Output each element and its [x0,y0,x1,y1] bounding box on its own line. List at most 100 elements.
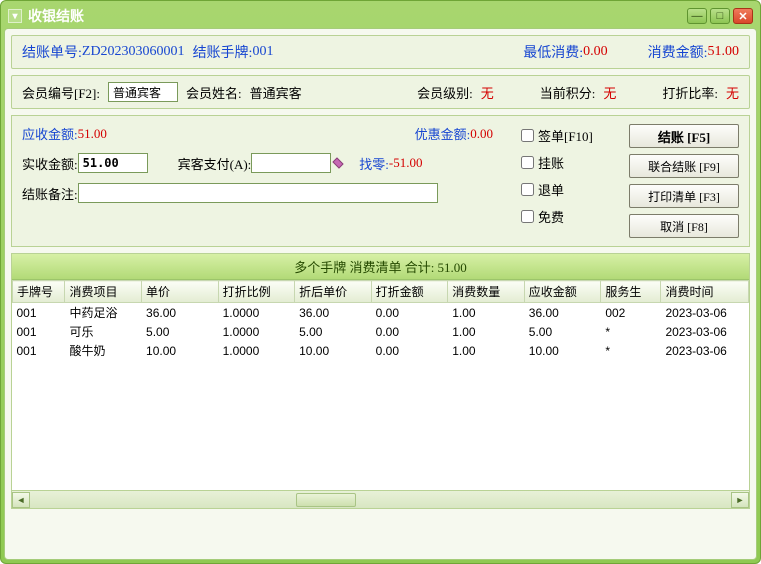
table-cell: 001 [13,303,65,323]
remark-input[interactable] [78,183,438,203]
table-cell: * [601,341,661,360]
scroll-left-arrow[interactable]: ◄ [12,492,30,508]
table-cell: 5.00 [142,322,219,341]
member-id-input[interactable] [108,82,178,102]
actual-input[interactable] [78,153,148,173]
table-cell: 0.00 [371,341,448,360]
table-cell: 1.0000 [218,322,295,341]
table-cell: 36.00 [524,303,601,323]
column-header[interactable]: 消费项目 [65,281,142,303]
window-title: 收银结账 [28,6,84,26]
table-row[interactable]: 001酸牛奶10.001.000010.000.001.0010.00*2023… [13,341,749,360]
member-panel: 会员编号[F2]: 会员姓名: 普通宾客 会员级别: 无 当前积分: 无 打折比… [11,75,750,109]
table-cell: 5.00 [524,322,601,341]
items-grid[interactable]: 手牌号消费项目单价打折比例折后单价打折金额消费数量应收金额服务生消费时间 001… [12,280,749,490]
member-level-label: 会员级别: [417,83,473,102]
table-cell: * [601,322,661,341]
table-cell: 酸牛奶 [65,341,142,360]
table-cell: 1.00 [448,341,525,360]
return-checkbox[interactable]: 退单 [521,180,621,199]
scroll-thumb[interactable] [296,493,356,507]
items-table-panel: 多个手牌 消费清单 合计: 51.00 手牌号消费项目单价打折比例折后单价打折金… [11,253,750,509]
member-discount-label: 打折比率: [662,83,718,102]
close-button[interactable]: ✕ [733,8,753,24]
column-header[interactable]: 消费时间 [661,281,749,303]
table-row[interactable]: 001中药足浴36.001.000036.000.001.0036.000022… [13,303,749,323]
member-points-label: 当前积分: [540,83,596,102]
table-cell: 001 [13,322,65,341]
discount-amt-value: 0.00 [470,126,493,142]
credit-checkbox[interactable]: 挂账 [521,153,621,172]
table-cell: 10.00 [524,341,601,360]
table-row[interactable]: 001可乐5.001.00005.000.001.005.00*2023-03-… [13,322,749,341]
table-cell: 2023-03-06 [661,322,749,341]
calculator-icon[interactable] [331,156,345,170]
scroll-track[interactable] [30,492,731,508]
change-value: -51.00 [389,155,423,171]
discount-amt-label: 优惠金额: [415,124,471,143]
hand-no-value: 001 [252,44,273,60]
min-consume-value: 0.00 [583,44,608,60]
column-header[interactable]: 应收金额 [524,281,601,303]
hand-no-label: 结账手牌: [193,42,253,62]
table-cell: 002 [601,303,661,323]
member-discount-value: 无 [726,83,739,102]
table-title: 多个手牌 消费清单 合计: 51.00 [12,254,749,280]
scroll-right-arrow[interactable]: ► [731,492,749,508]
minimize-button[interactable]: — [687,8,707,24]
table-cell: 001 [13,341,65,360]
change-label: 找零: [359,154,389,173]
guest-pay-label: 宾客支付(A): [178,154,252,173]
union-settle-button[interactable]: 联合结账 [F9] [629,154,739,178]
member-level-value: 无 [481,83,494,102]
table-cell: 0.00 [371,322,448,341]
payment-panel: 应收金额: 51.00 优惠金额: 0.00 实收金额: 宾客支付(A): [11,115,750,247]
horizontal-scrollbar[interactable]: ◄ ► [12,490,749,508]
actual-label: 实收金额: [22,154,78,173]
free-checkbox[interactable]: 免费 [521,207,621,226]
table-cell: 10.00 [295,341,372,360]
titlebar[interactable]: ▾ 收银结账 — □ ✕ [4,4,757,28]
cancel-button[interactable]: 取消 [F8] [629,214,739,238]
table-cell: 1.0000 [218,303,295,323]
member-points-value: 无 [603,83,616,102]
table-cell: 0.00 [371,303,448,323]
column-header[interactable]: 打折比例 [218,281,295,303]
content-area: 结账单号: ZD202303060001 结账手牌: 001 最低消费: 0.0… [4,28,757,560]
remark-label: 结账备注: [22,184,78,203]
order-no-value: ZD202303060001 [82,44,185,60]
table-cell: 2023-03-06 [661,341,749,360]
settle-button[interactable]: 结账 [F5] [629,124,739,148]
column-header[interactable]: 消费数量 [448,281,525,303]
order-no-label: 结账单号: [22,42,82,62]
consume-amount-value: 51.00 [708,44,740,60]
table-cell: 5.00 [295,322,372,341]
action-buttons: 结账 [F5] 联合结账 [F9] 打印清单 [F3] 取消 [F8] [629,124,739,238]
column-header[interactable]: 手牌号 [13,281,65,303]
member-name-label: 会员姓名: [186,83,242,102]
member-id-label: 会员编号[F2]: [22,83,100,102]
column-header[interactable]: 单价 [142,281,219,303]
receivable-label: 应收金额: [22,124,78,143]
receivable-value: 51.00 [78,126,107,142]
table-cell: 10.00 [142,341,219,360]
system-menu-icon[interactable]: ▾ [8,9,22,23]
print-button[interactable]: 打印清单 [F3] [629,184,739,208]
min-consume-label: 最低消费: [523,42,583,62]
options-column: 签单[F10] 挂账 退单 免费 [521,124,621,238]
table-cell: 1.00 [448,303,525,323]
cashier-window: ▾ 收银结账 — □ ✕ 结账单号: ZD202303060001 结账手牌: … [0,0,761,564]
order-header-panel: 结账单号: ZD202303060001 结账手牌: 001 最低消费: 0.0… [11,35,750,69]
table-cell: 36.00 [295,303,372,323]
column-header[interactable]: 服务生 [601,281,661,303]
sign-checkbox[interactable]: 签单[F10] [521,126,621,145]
member-name-value: 普通宾客 [250,83,302,102]
table-cell: 1.0000 [218,341,295,360]
column-header[interactable]: 打折金额 [371,281,448,303]
guest-pay-input[interactable] [251,153,331,173]
table-cell: 中药足浴 [65,303,142,323]
maximize-button[interactable]: □ [710,8,730,24]
consume-amount-label: 消费金额: [648,42,708,62]
table-cell: 可乐 [65,322,142,341]
column-header[interactable]: 折后单价 [295,281,372,303]
